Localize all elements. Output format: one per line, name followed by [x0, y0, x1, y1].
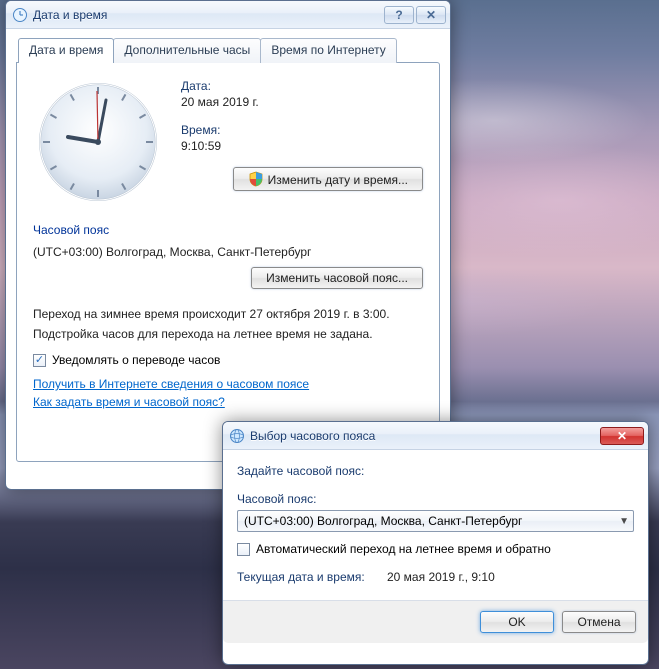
analog-clock	[33, 77, 163, 207]
date-value: 20 мая 2019 г.	[181, 95, 423, 109]
help-button[interactable]: ?	[384, 6, 414, 24]
date-time-window: Дата и время ? ✕ Дата и время Дополнител…	[5, 0, 451, 490]
change-timezone-button[interactable]: Изменить часовой пояс...	[251, 267, 423, 289]
tab-internet-time[interactable]: Время по Интернету	[260, 38, 396, 63]
tab-strip: Дата и время Дополнительные часы Время п…	[16, 38, 440, 63]
current-datetime-label: Текущая дата и время:	[237, 570, 387, 584]
chevron-down-icon: ▼	[619, 516, 629, 527]
close-button[interactable]: ✕	[416, 6, 446, 24]
time-label: Время:	[181, 123, 423, 137]
cancel-button[interactable]: Отмена	[562, 611, 636, 633]
help-icon: ?	[395, 8, 402, 22]
shield-icon	[248, 171, 264, 187]
notify-label: Уведомлять о переводе часов	[52, 353, 220, 367]
timezone-dialog: Выбор часового пояса ✕ Задайте часовой п…	[222, 421, 649, 665]
clock-icon	[12, 7, 28, 23]
globe-icon	[229, 428, 245, 444]
close-button[interactable]: ✕	[600, 427, 644, 445]
timezone-combobox[interactable]: (UTC+03:00) Волгоград, Москва, Санкт-Пет…	[237, 510, 634, 532]
dst-checkbox[interactable]	[237, 543, 250, 556]
notify-checkbox[interactable]: ✓	[33, 354, 46, 367]
timezone-value: (UTC+03:00) Волгоград, Москва, Санкт-Пет…	[33, 245, 423, 259]
change-datetime-button[interactable]: Изменить дату и время...	[233, 167, 423, 191]
dialog-title: Выбор часового пояса	[250, 429, 598, 443]
dst-info-line2: Подстройка часов для перехода на летнее …	[33, 327, 423, 341]
dialog-prompt: Задайте часовой пояс:	[237, 464, 634, 478]
date-label: Дата:	[181, 79, 423, 93]
window-title: Дата и время	[33, 8, 382, 22]
dst-info-line1: Переход на зимнее время происходит 27 ок…	[33, 307, 423, 321]
dialog-button-row: OK Отмена	[223, 600, 648, 643]
titlebar[interactable]: Выбор часового пояса ✕	[223, 422, 648, 450]
timezone-selected: (UTC+03:00) Волгоград, Москва, Санкт-Пет…	[244, 514, 522, 528]
tab-additional-clocks[interactable]: Дополнительные часы	[113, 38, 261, 63]
tab-date-time[interactable]: Дата и время	[18, 38, 114, 63]
titlebar[interactable]: Дата и время ? ✕	[6, 1, 450, 29]
dst-label: Автоматический переход на летнее время и…	[256, 542, 551, 556]
close-icon: ✕	[617, 430, 627, 442]
tz-field-label: Часовой пояс:	[237, 492, 634, 506]
link-tz-info[interactable]: Получить в Интернете сведения о часовом …	[33, 377, 423, 391]
tab-panel: Дата: 20 мая 2019 г. Время: 9:10:59 Изме…	[16, 62, 440, 462]
ok-button[interactable]: OK	[480, 611, 554, 633]
timezone-heading: Часовой пояс	[33, 223, 423, 237]
time-value: 9:10:59	[181, 139, 423, 153]
current-datetime-value: 20 мая 2019 г., 9:10	[387, 570, 495, 584]
close-icon: ✕	[426, 9, 436, 21]
link-howto[interactable]: Как задать время и часовой пояс?	[33, 395, 423, 409]
